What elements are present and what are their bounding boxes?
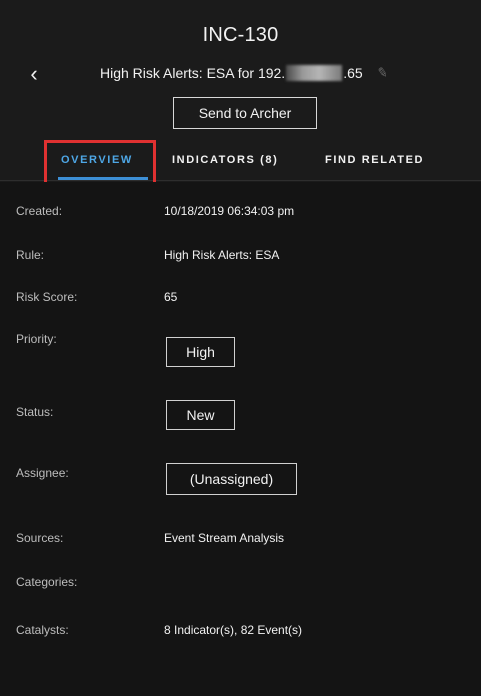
tab-bar: OVERVIEW INDICATORS (8) FIND RELATED — [0, 145, 481, 181]
incident-title: High Risk Alerts: ESA for 192. .65 ✎ — [100, 62, 389, 84]
tab-overview[interactable]: OVERVIEW — [61, 154, 133, 166]
created-label: Created: — [16, 204, 63, 218]
priority-selector[interactable]: High — [166, 337, 235, 367]
assignee-label: Assignee: — [16, 466, 69, 480]
incident-id: INC-130 — [202, 24, 279, 46]
overview-panel: Created: 10/18/2019 06:34:03 pm Rule: Hi… — [0, 182, 481, 696]
send-to-archer-button[interactable]: Send to Archer — [173, 97, 317, 129]
active-tab-underline — [58, 177, 148, 180]
rule-value: High Risk Alerts: ESA — [164, 248, 280, 262]
tab-find-related[interactable]: FIND RELATED — [325, 154, 424, 166]
edit-pencil-icon[interactable]: ✎ — [375, 64, 389, 82]
status-selector[interactable]: New — [166, 400, 235, 430]
status-label: Status: — [16, 405, 54, 419]
incident-title-prefix: High Risk Alerts: ESA for 192. — [100, 65, 286, 81]
catalysts-value: 8 Indicator(s), 82 Event(s) — [164, 623, 303, 637]
priority-label: Priority: — [16, 332, 57, 346]
risk-score-label: Risk Score: — [16, 290, 78, 304]
sources-value: Event Stream Analysis — [164, 531, 285, 545]
assignee-selector[interactable]: (Unassigned) — [166, 463, 297, 495]
categories-label: Categories: — [16, 575, 78, 589]
sources-label: Sources: — [16, 531, 64, 545]
created-value: 10/18/2019 06:34:03 pm — [164, 204, 295, 218]
incident-header: INC-130 ‹ High Risk Alerts: ESA for 192.… — [0, 0, 481, 145]
back-arrow-icon[interactable]: ‹ — [24, 63, 44, 85]
redacted-ip-segment — [286, 65, 343, 81]
incident-title-suffix: .65 — [343, 65, 363, 81]
catalysts-label: Catalysts: — [16, 623, 69, 637]
risk-score-value: 65 — [164, 290, 178, 304]
tab-indicators[interactable]: INDICATORS (8) — [172, 154, 278, 166]
rule-label: Rule: — [16, 248, 45, 262]
